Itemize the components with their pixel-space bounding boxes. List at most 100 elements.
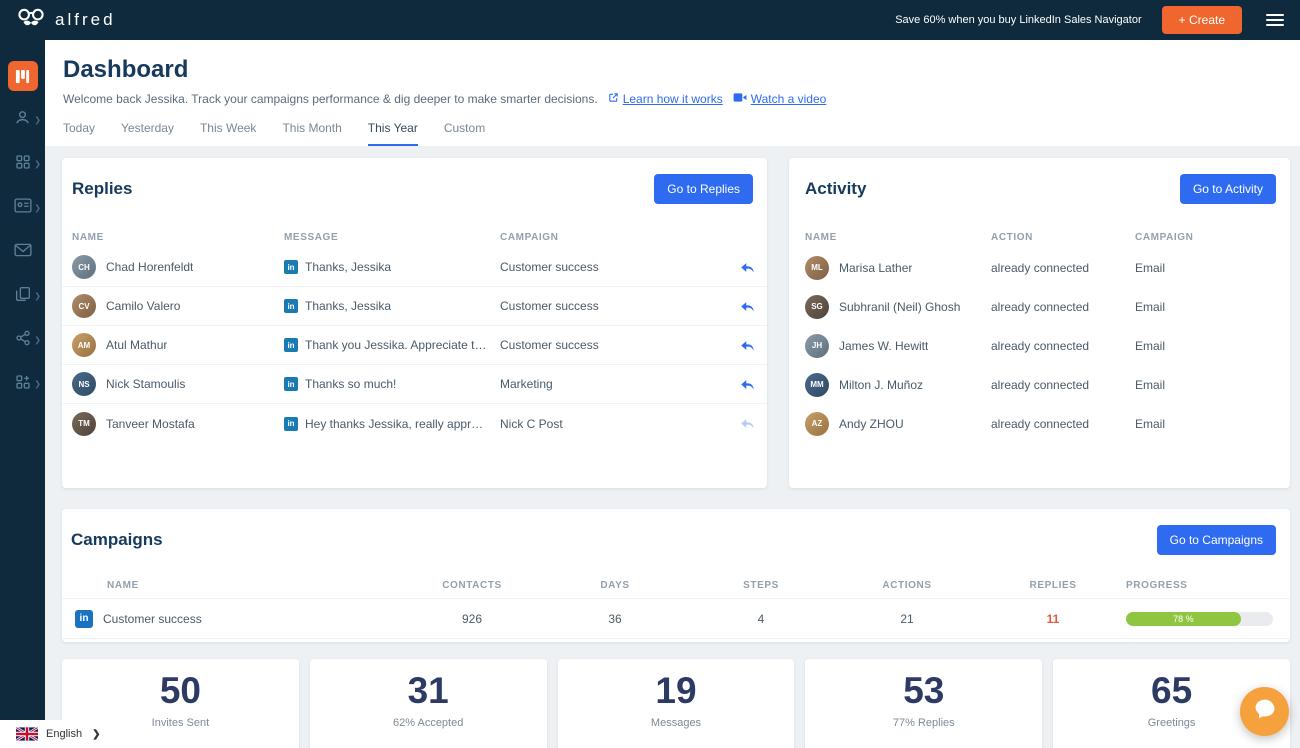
column-header-progress: PROGRESS [1126,580,1188,591]
go-to-activity-button[interactable]: Go to Activity [1179,174,1276,204]
campaign-name: Email [1135,260,1166,275]
watch-video-link[interactable]: Watch a video [733,92,826,106]
linkedin-icon [284,260,298,274]
reply-row[interactable]: AM Atul Mathur Thank you Jessika. Appreci… [62,326,767,365]
tab-this-month[interactable]: This Month [282,121,341,146]
campaign-name: Nick C Post [500,416,563,431]
contact-name: Tanveer Mostafa [106,416,195,431]
contact-name: Milton J. Muñoz [839,377,924,392]
sidebar-item-prospects[interactable]: ❯ [0,98,45,142]
avatar: CV [72,294,96,318]
linkedin-icon [75,609,93,628]
uk-flag-icon [16,727,38,741]
campaign-row[interactable]: Customer success 926 36 4 21 11 78 % [62,599,1290,639]
learn-how-link[interactable]: Learn how it works [608,92,723,106]
language-switcher[interactable]: English ❯ [0,720,110,748]
reply-icon[interactable] [740,378,755,391]
brand-name: alfred [55,10,116,29]
sidebar-item-inbox[interactable] [0,230,45,274]
stat-value: 53 [903,670,945,711]
chat-launcher-button[interactable] [1240,687,1289,736]
tab-today[interactable]: Today [63,121,95,146]
activity-title: Activity [805,179,867,198]
tab-this-year[interactable]: This Year [367,121,418,146]
contact-name: Nick Stamoulis [106,377,186,391]
chevron-right-icon: ❯ [34,379,41,389]
reply-row[interactable]: NS Nick Stamoulis Thanks so much! Marketi… [62,365,767,404]
activity-row[interactable]: MM Milton J. Muñoz already connected Emai… [789,365,1290,404]
action-text: already connected [991,299,1090,314]
contacts-count: 926 [461,611,483,626]
tab-yesterday[interactable]: Yesterday [121,121,174,146]
language-label: English [46,728,83,740]
menu-icon[interactable] [1266,14,1284,26]
progress-bar: 78 % [1126,611,1273,626]
linkedin-icon [284,416,298,431]
sidebar: ❯ ❯ ❯ ❯ ❯ ❯ [0,40,45,748]
avatar: AZ [805,411,829,436]
column-header-name: NAME [805,231,837,243]
reply-row[interactable]: CV Camilo Valero Thanks, Jessika Customer… [62,287,767,326]
campaign-name: Customer success [103,611,202,626]
promo-link[interactable]: Save 60% when you buy LinkedIn Sales Nav… [895,14,1141,26]
go-to-replies-button[interactable]: Go to Replies [654,174,753,204]
linkedin-icon [284,299,298,313]
stat-label: 62% Accepted [393,716,464,729]
chevron-right-icon: ❯ [34,159,41,169]
column-header-message: MESSAGE [284,231,339,243]
create-button[interactable]: + Create [1161,6,1242,34]
stats-row: 50 Invites Sent 31 62% Accepted 19 Messa… [62,659,1290,748]
page-title: Dashboard [63,56,189,83]
reply-icon[interactable] [740,417,755,430]
actions-count: 21 [900,611,914,626]
sidebar-item-contacts[interactable]: ❯ [0,186,45,230]
reply-icon[interactable] [740,339,755,352]
sidebar-item-integrations[interactable]: ❯ [0,318,45,362]
action-text: already connected [991,377,1090,392]
chat-icon [1253,697,1277,726]
brand[interactable]: alfred [16,7,116,34]
activity-row[interactable]: JH James W. Hewitt already connected Emai… [789,326,1290,365]
sidebar-item-apps[interactable]: ❯ [0,362,45,406]
activity-table-header: NAME ACTION CAMPAIGN [789,226,1290,248]
tab-this-week[interactable]: This Week [200,121,256,146]
progress-fill: 78 % [1126,611,1241,626]
tab-custom[interactable]: Custom [444,121,485,146]
contact-name: James W. Hewitt [839,338,929,353]
envelope-icon [13,243,32,262]
campaign-name: Email [1135,377,1166,392]
main-content: Dashboard Welcome back Jessika. Track yo… [45,40,1300,748]
sidebar-item-templates[interactable]: ❯ [0,274,45,318]
stat-card-replies: 53 77% Replies [805,659,1043,748]
campaigns-table-header: NAME CONTACTS DAYS STEPS ACTIONS REPLIES… [62,573,1290,599]
video-camera-icon [733,92,747,106]
column-header-name: NAME [72,231,104,243]
activity-row[interactable]: AZ Andy ZHOU already connected Email [789,404,1290,443]
contact-name: Subhranil (Neil) Ghosh [839,299,961,314]
contact-name: Andy ZHOU [839,416,904,431]
activity-row[interactable]: ML Marisa Lather already connected Email [789,248,1290,287]
dashboard-content: Replies Go to Replies NAME MESSAGE CAMPA… [45,146,1300,748]
id-card-icon [13,198,32,218]
sidebar-item-dashboard[interactable] [0,54,45,98]
reply-icon[interactable] [740,261,755,274]
campaign-name: Customer success [500,299,599,313]
activity-row[interactable]: SG Subhranil (Neil) Ghosh already connect… [789,287,1290,326]
action-text: already connected [991,260,1090,275]
go-to-campaigns-button[interactable]: Go to Campaigns [1156,525,1276,555]
contact-name: Atul Mathur [106,338,168,352]
column-header-replies: REPLIES [1029,580,1077,591]
sidebar-item-campaigns[interactable]: ❯ [0,142,45,186]
action-text: already connected [991,416,1090,431]
message-text: Hey thanks Jessika, really appreciat... [305,416,488,431]
replies-count: 11 [1046,611,1060,626]
reply-row[interactable]: CH Chad Horenfeldt Thanks, Jessika Custom… [62,248,767,287]
column-header-contacts: CONTACTS [442,580,502,591]
avatar: AM [72,333,96,357]
reply-icon[interactable] [740,300,755,313]
column-header-actions: ACTIONS [882,580,932,591]
reply-row[interactable]: TM Tanveer Mostafa Hey thanks Jessika, re… [62,404,767,443]
avatar: SG [805,294,829,319]
stat-label: Invites Sent [151,716,210,729]
days-count: 36 [608,611,622,626]
